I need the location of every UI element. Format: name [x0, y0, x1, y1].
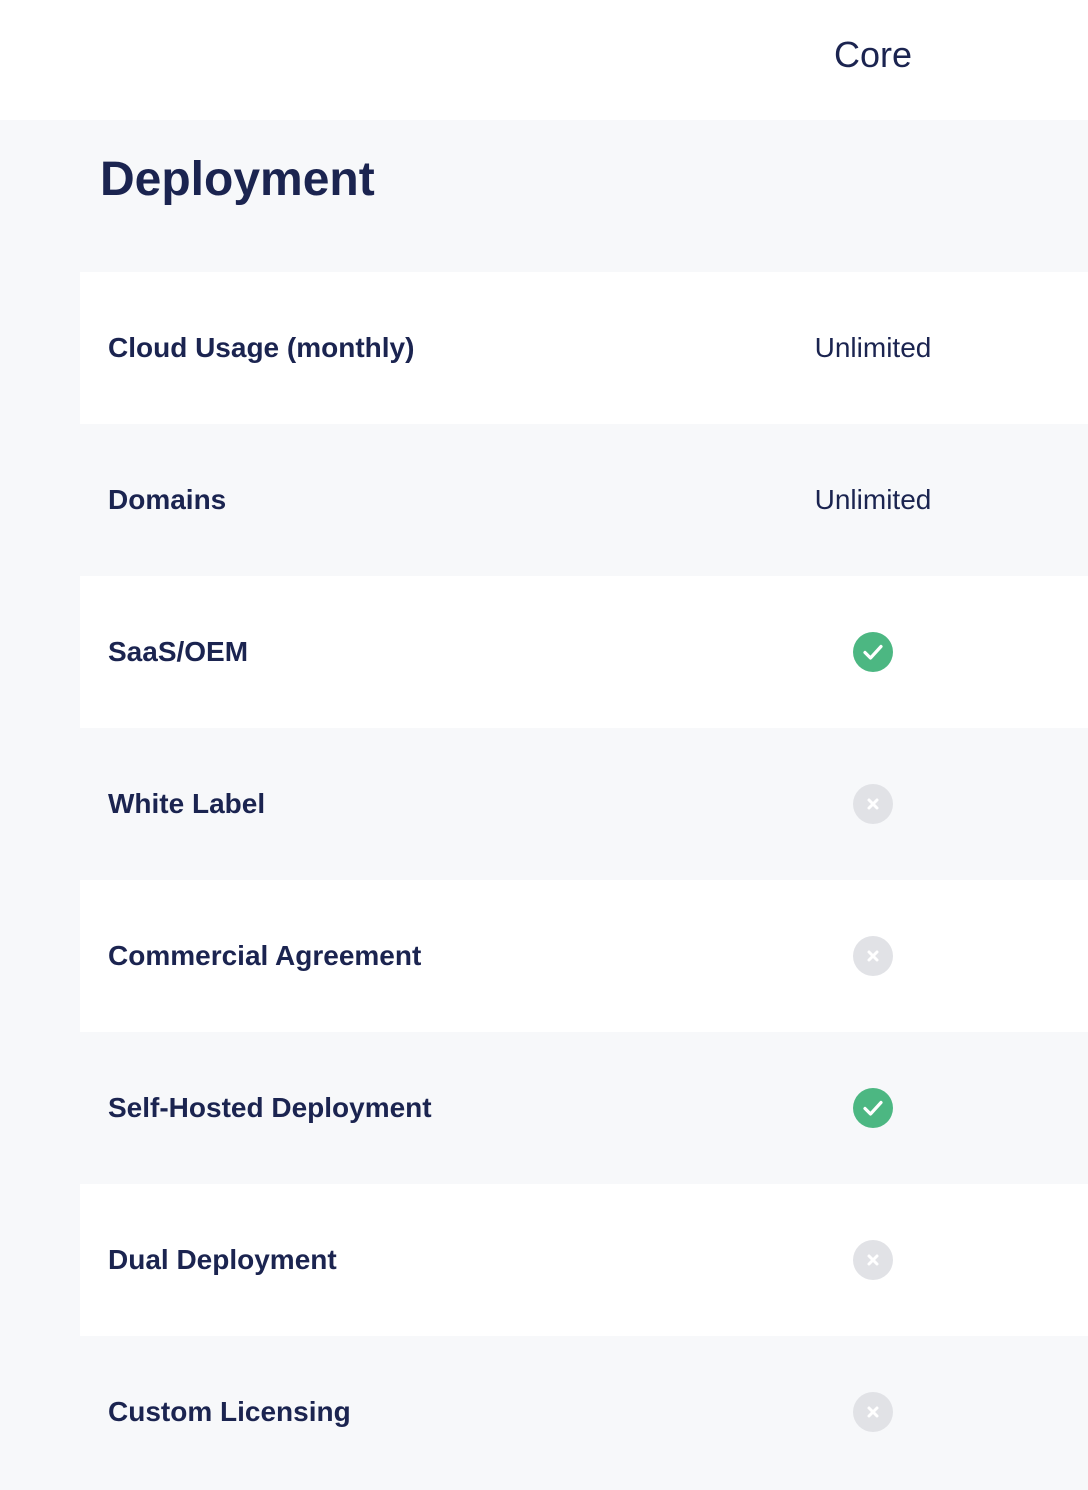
table-row: Commercial Agreement — [80, 880, 1088, 1032]
feature-label: Self-Hosted Deployment — [108, 1092, 432, 1123]
table-row: Cloud Usage (monthly) Unlimited — [80, 272, 1088, 424]
feature-label: SaaS/OEM — [108, 636, 249, 667]
table-row: Domains Unlimited — [80, 424, 1088, 576]
cross-icon — [853, 1392, 893, 1432]
feature-table: Cloud Usage (monthly) Unlimited Domains … — [80, 272, 1088, 1488]
feature-value: Unlimited — [814, 332, 932, 363]
cross-icon — [853, 936, 893, 976]
table-row: SaaS/OEM — [80, 576, 1088, 728]
feature-label: Domains — [108, 484, 227, 515]
check-icon — [853, 1088, 893, 1128]
feature-label: Commercial Agreement — [108, 940, 422, 971]
feature-label: Cloud Usage (monthly) — [108, 332, 415, 363]
plan-header: Core — [0, 0, 1088, 120]
feature-value: Unlimited — [814, 484, 932, 515]
feature-label: Custom Licensing — [108, 1396, 351, 1427]
cross-icon — [853, 1240, 893, 1280]
plan-name: Core — [833, 34, 913, 75]
table-row: Dual Deployment — [80, 1184, 1088, 1336]
table-row: Custom Licensing — [80, 1336, 1088, 1488]
table-row: White Label — [80, 728, 1088, 880]
table-row: Self-Hosted Deployment — [80, 1032, 1088, 1184]
section-title: Deployment — [100, 153, 375, 206]
feature-label: White Label — [108, 788, 266, 819]
cross-icon — [853, 784, 893, 824]
check-icon — [853, 632, 893, 672]
deployment-section: Deployment Cloud Usage (monthly) Unlimit… — [0, 120, 1088, 1490]
feature-label: Dual Deployment — [108, 1244, 337, 1275]
